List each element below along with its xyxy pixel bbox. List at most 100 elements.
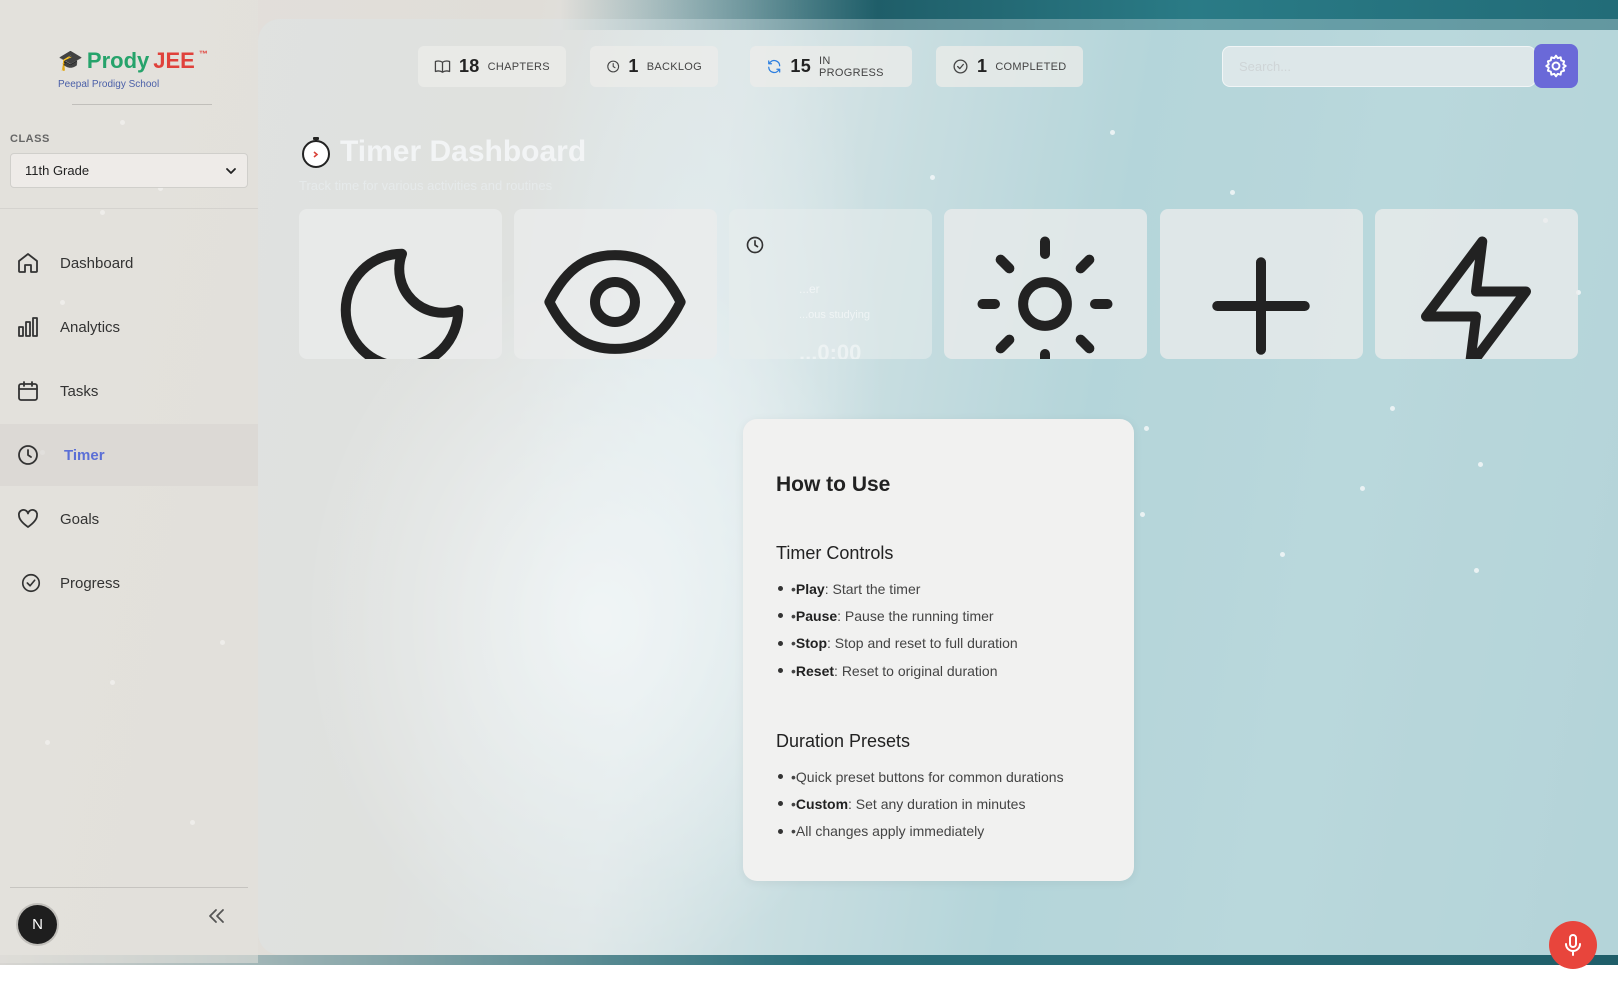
bar-chart-icon	[18, 317, 38, 337]
list-item-text: : Reset to original duration	[834, 662, 998, 679]
sun-icon	[977, 236, 1113, 359]
sidebar-bottom-divider	[10, 887, 248, 888]
list-item-text: : Stop and reset to full duration	[827, 635, 1018, 652]
timer-card-label: ...er	[799, 282, 820, 296]
class-select-value: 11th Grade	[25, 163, 90, 178]
list-item-key: Reset	[795, 662, 835, 679]
bullet-icon	[778, 613, 783, 619]
page-subtitle: Track time for various activities and ro…	[299, 178, 553, 193]
list-item-text: : Pause the running timer	[837, 607, 994, 624]
plus-icon	[1212, 257, 1310, 355]
app-logo[interactable]: 🎓 Prody JEE ™	[58, 48, 208, 74]
sidebar-item-goals[interactable]: Goals	[0, 488, 258, 550]
list-item: • Stop: Stop and reset to full duration	[778, 630, 1018, 657]
stat-label: BACKLOG	[646, 60, 702, 73]
list-item: • Pause: Pause the running timer	[778, 602, 1018, 629]
timer-controls-heading: Timer Controls	[776, 543, 894, 563]
eye-icon	[544, 250, 686, 354]
timer-card-time: ...0:00	[799, 340, 862, 359]
sidebar-item-label: Timer	[64, 446, 105, 464]
stat-count: 18	[459, 56, 480, 76]
settings-button[interactable]	[1534, 44, 1578, 88]
bullet-icon	[778, 668, 783, 674]
list-item-text: Quick preset buttons for common duration…	[795, 768, 1064, 785]
calendar-icon	[18, 381, 38, 401]
stat-count: 15	[790, 56, 812, 76]
logo-divider	[72, 104, 212, 105]
how-to-use-title: How to Use	[776, 473, 891, 496]
sidebar-item-label: Dashboard	[60, 254, 134, 272]
clock-icon	[607, 60, 620, 73]
avatar[interactable]: N	[18, 905, 57, 944]
search-input[interactable]: Search...	[1222, 46, 1536, 87]
school-name: Peepal Prodigy School	[58, 79, 160, 90]
stopwatch-icon	[302, 137, 330, 168]
stat-count: 1	[977, 56, 988, 76]
timer-card-sublabel: ...ous studying	[799, 309, 870, 321]
stat-in-progress[interactable]: 15 IN PROGRESS	[750, 46, 912, 87]
graduation-cap-icon: 🎓	[58, 50, 83, 72]
list-item-key: Play	[795, 580, 825, 597]
stat-chapters[interactable]: 18 CHAPTERS	[418, 46, 566, 87]
sidebar-item-label: Goals	[60, 510, 100, 528]
sidebar-item-label: Analytics	[60, 318, 121, 336]
lightning-icon	[1421, 236, 1531, 359]
bullet-icon	[778, 640, 783, 646]
list-item-text: All changes apply immediately	[795, 823, 985, 840]
stat-backlog[interactable]: 1 BACKLOG	[590, 46, 718, 87]
bullet-icon	[778, 828, 783, 834]
stat-label: COMPLETED	[995, 60, 1067, 73]
bullet-icon	[778, 586, 783, 592]
stat-count: 1	[628, 56, 639, 76]
brand-name-prody: Prody	[86, 48, 150, 73]
list-item: • All changes apply immediately	[778, 818, 1064, 845]
timer-card-sleep[interactable]	[299, 209, 502, 359]
microphone-icon	[1565, 934, 1581, 956]
list-item: • Custom: Set any duration in minutes	[778, 790, 1064, 817]
sidebar: 🎓 Prody JEE ™ Peepal Prodigy School CLAS…	[0, 0, 258, 963]
timer-card-morning[interactable]	[944, 209, 1147, 359]
book-icon	[434, 60, 451, 73]
sidebar-item-progress[interactable]: Progress	[0, 552, 258, 614]
timer-card-add[interactable]	[1160, 209, 1363, 359]
gear-icon	[1545, 54, 1567, 78]
timer-card-study[interactable]: ...er ...ous studying ...0:00	[729, 209, 932, 359]
brand-name-jee: JEE	[153, 48, 195, 73]
collapse-sidebar-icon[interactable]	[205, 904, 229, 928]
sidebar-item-label: Progress	[60, 574, 121, 592]
search-placeholder: Search...	[1239, 59, 1292, 74]
clock-icon	[746, 236, 764, 254]
heart-icon	[18, 509, 38, 528]
timer-card-quick[interactable]	[1375, 209, 1578, 359]
class-select[interactable]: 11th Grade	[10, 153, 248, 188]
sidebar-item-dashboard[interactable]: Dashboard	[0, 232, 258, 294]
sidebar-item-tasks[interactable]: Tasks	[0, 360, 258, 422]
class-label: CLASS	[10, 133, 50, 145]
bullet-icon	[778, 774, 783, 780]
brand-trademark: ™	[198, 49, 208, 59]
list-item-text: : Start the timer	[824, 580, 921, 597]
list-item-key: Pause	[795, 607, 838, 624]
check-circle-icon	[21, 573, 41, 593]
page-header: Timer Dashboard	[300, 135, 586, 169]
list-item: • Reset: Reset to original duration	[778, 657, 1018, 684]
sidebar-item-timer[interactable]: Timer	[0, 424, 258, 486]
stat-completed[interactable]: 1 COMPLETED	[936, 46, 1083, 87]
page-title: Timer Dashboard	[340, 135, 587, 168]
duration-presets-heading: Duration Presets	[776, 731, 911, 751]
list-item-key: Stop	[795, 635, 828, 652]
stat-label: IN PROGRESS	[819, 54, 884, 79]
voice-input-button[interactable]	[1549, 921, 1597, 969]
home-icon	[18, 253, 38, 273]
stat-label: CHAPTERS	[487, 60, 550, 73]
bullet-icon	[778, 801, 783, 807]
timer-card-eye-rest[interactable]	[514, 209, 717, 359]
sidebar-item-analytics[interactable]: Analytics	[0, 296, 258, 358]
list-item: • Quick preset buttons for common durati…	[778, 763, 1064, 790]
duration-presets-list: • Quick preset buttons for common durati…	[778, 763, 1064, 845]
timer-controls-list: • Play: Start the timer • Pause: Pause th…	[778, 575, 1018, 684]
chevron-down-icon	[226, 167, 236, 174]
list-item-text: : Set any duration in minutes	[848, 795, 1026, 812]
how-to-use-card: How to Use Timer Controls • Play: Start …	[743, 419, 1134, 881]
check-circle-icon	[953, 59, 968, 74]
